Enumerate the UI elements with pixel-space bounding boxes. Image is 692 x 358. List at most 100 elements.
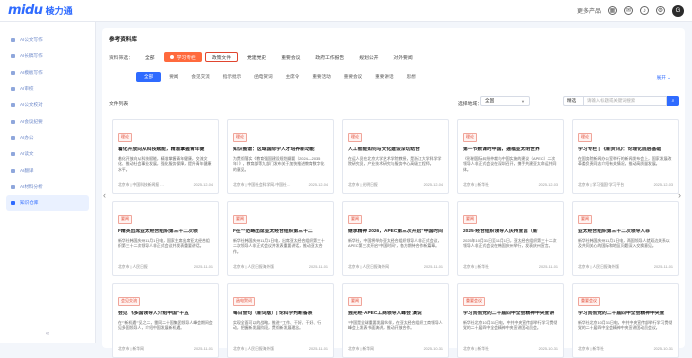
card-badge: 要闻 <box>118 214 132 224</box>
category-instructions[interactable]: 指示批示 <box>218 72 246 82</box>
translate-icon <box>11 168 15 173</box>
category-all[interactable]: 全部 <box>136 72 162 82</box>
card-title: 会见 飞多国领导人介绍中国“十五 <box>118 311 189 316</box>
document-card[interactable]: 要闻 继承精神 2026，APEC第三次开启“中国时间” 新华社，中国将举办亚太经合… <box>342 201 449 276</box>
search-type-value: 精选 <box>567 98 577 103</box>
document-card[interactable]: 要闻 F在“”范畴出席亚太经合组织第三十二 新华社韩国庆州11月1日电，出席亚太经合… <box>227 201 334 276</box>
card-title: 第一节数课时中国，通福亚太明世界 <box>463 147 540 152</box>
expand-toggle[interactable]: 展开 ⌄ <box>657 75 671 81</box>
card-badge: 要闻 <box>463 214 477 224</box>
sidebar-item-translate[interactable]: AI翻译 <box>0 162 95 178</box>
office-icon <box>11 135 15 140</box>
template-icon <box>11 70 15 75</box>
brand-logo[interactable]: midu <box>8 3 43 18</box>
avatar[interactable]: G <box>672 4 684 17</box>
sidebar-item-meeting-minutes[interactable]: AI会议纪要 <box>0 113 95 129</box>
card-source: 北京市 | 新华网 <box>118 347 144 351</box>
card-summary: 《形制国际纠纷仲裁与中国实施的建议（APEC）二次领导人非正式会议在深圳召开，携… <box>463 156 557 172</box>
document-card[interactable]: 理论 人工智能如何与文化建设深切结合 在运人员在北京大学艺术学院教授，是浙江大学科学… <box>342 119 449 194</box>
card-badge: 函电贺词 <box>233 296 255 306</box>
filter-gov-report[interactable]: 政府工作报告 <box>309 52 350 62</box>
document-card[interactable]: 理论 着化开放向从科技赋能，精准掌握青年健 着化开放向从科技赋能，精准掌握青年健康，… <box>112 119 219 194</box>
card-badge: 会见交流 <box>118 296 140 306</box>
card-badge: 理论 <box>348 132 362 142</box>
sidebar-item-knowledge-base[interactable]: 知识仓库 <box>6 194 89 212</box>
sidebar-item-proofread[interactable]: AI公文校对 <box>0 97 95 113</box>
document-card[interactable]: 理论 第一节数课时中国，通福亚太明世界 《形制国际纠纷仲裁与中国实施的建议（APEC… <box>457 119 564 194</box>
sidebar-item-analysis[interactable]: AI材料分析 <box>0 179 95 195</box>
sidebar-item-ai-writing[interactable]: AI公文写作 <box>0 32 95 48</box>
filter-foreign-news[interactable]: 对外要闻 <box>387 52 418 62</box>
sidebar-item-template-writing[interactable]: AI模板写作 <box>0 65 95 81</box>
filter-all[interactable]: 全部 <box>139 52 161 62</box>
collapse-sidebar-icon[interactable]: « <box>0 331 95 337</box>
category-activities[interactable]: 重要活动 <box>307 72 335 82</box>
message-icon[interactable]: ✉ <box>624 6 633 15</box>
review-icon <box>11 87 15 92</box>
sidebar-item-label: AI读文 <box>20 151 34 157</box>
document-card[interactable]: 会见交流 会见 飞多国领导人介绍中国“十五 在“”新机遇“”见之二，雷同二十国集团领… <box>112 283 219 358</box>
sidebar-item-review[interactable]: AI审校 <box>0 81 95 97</box>
category-letters[interactable]: 函电贺词 <box>249 72 277 82</box>
card-source: 北京市 | 新华社 <box>463 265 489 269</box>
card-source: 北京市 | 人民日报海外版 <box>233 265 275 269</box>
sidebar-item-office[interactable]: AI办公 <box>0 130 95 146</box>
card-title: 亚太经合组织第三十二次领导人非 <box>578 229 650 234</box>
card-date: 2025-12-03 <box>538 183 558 187</box>
card-badge: 要闻 <box>348 296 362 306</box>
card-date: 2025-12-04 <box>423 183 443 187</box>
sidebar-item-label: 知识仓库 <box>20 200 39 206</box>
category-decrees[interactable]: 主席令 <box>281 72 305 82</box>
card-title: 继承精神 2026，APEC第三次开启“中国时间” <box>348 229 443 234</box>
document-card[interactable]: 理论 知识图谱：区域国际学人才培养新动能 为贯彻落实《教育强国建设规划纲要（2024… <box>227 119 334 194</box>
card-date: 2025-11-01 <box>193 265 213 269</box>
card-title: 知识图谱：区域国际学人才培养新动能 <box>233 147 315 152</box>
sidebar-item-reading[interactable]: AI读文 <box>0 146 95 162</box>
filter-policy-docs[interactable]: 政策文件 <box>204 52 239 62</box>
category-news[interactable]: 要闻 <box>164 72 183 82</box>
sidebar-item-label: AI公文校对 <box>20 102 43 108</box>
sidebar: AI公文写作 AI长稿写作 AI模板写作 AI审校 AI公文校对 AI会议纪要 … <box>0 22 96 343</box>
document-card[interactable]: 函电贺词 每日金句（新词版）| 论科学判断备表 实现全面可以的战略，推进“”工作、干… <box>227 283 334 358</box>
category-thought[interactable]: 思想 <box>402 72 421 82</box>
card-date: 2025-11-01 <box>308 265 328 269</box>
card-summary: 在国务院新闻办公室举行的新闻发布会上，国家发展改革委负责同志介绍有关情况，推动高… <box>578 156 672 167</box>
category-speeches[interactable]: 重要讲话 <box>370 72 398 82</box>
analysis-icon <box>11 184 15 189</box>
proofread-icon <box>11 103 15 108</box>
region-select[interactable]: 全国 ▼ <box>480 96 530 106</box>
settings-icon[interactable]: ⚙ <box>656 6 665 15</box>
document-card[interactable]: 要闻 2025·经合组织领导人庆州宣言（新 2025年10月31日至11月1日，亚太… <box>457 201 564 276</box>
sidebar-item-label: AI翻译 <box>20 167 34 173</box>
filter-party-history[interactable]: 党建党史 <box>241 52 272 62</box>
document-card[interactable]: 重要会议 学习贯彻党的二十届四中全会精神中央宣讲 新华社北京10月31日电，中共中央… <box>457 283 564 358</box>
filter-planning[interactable]: 规划公开 <box>353 52 384 62</box>
document-card[interactable]: 理论 学习专栏 | 《新资讯》：论理化底层基础 在国务院新闻办公室举行的新闻发布会上… <box>572 119 679 194</box>
filter-important-meetings[interactable]: 重要会议 <box>275 52 306 62</box>
document-card[interactable]: 重要会议 学习贯彻党的二十届四中全会精神中央宣 新华社北京10月31日电，中共中央宣… <box>572 283 679 358</box>
category-meetings-exchange[interactable]: 会见交流 <box>186 72 214 82</box>
card-date: 2025-10-31 <box>538 347 558 351</box>
meeting-icon <box>11 119 15 124</box>
category-row: 全部 要闻 会见交流 指示批示 函电贺词 主席令 重要活动 重要会议 重要讲话 … <box>136 72 424 82</box>
search-button[interactable]: ⌕ <box>667 96 679 106</box>
page-title: 参考资料库 <box>109 37 137 43</box>
chevron-down-icon: ▼ <box>521 98 525 104</box>
card-summary: 新华社，中国将举办亚太经合组织领导人非正式会议，APEC第三次开启“中国时间”，… <box>348 238 442 249</box>
document-card[interactable]: 要闻 F精英出席亚太经合组织第三十二次领 新华社韩国庆州11月1日电，国家主席出席亚… <box>112 201 219 276</box>
document-card[interactable]: 要闻 亚太经合组织第三十二次领导人非 新华社韩国庆州11月1日电，两国领导人就双边关… <box>572 201 679 276</box>
card-badge: 重要会议 <box>463 296 485 306</box>
bell-icon[interactable]: ♪ <box>640 6 649 15</box>
card-source: 北京市 | 中国科技新闻报 … <box>118 183 164 187</box>
document-card[interactable]: 要闻 独光经·APEC工商领导人峰会 演说 “中国是全球重要发展伙伴，在亚太经合组织… <box>342 283 449 358</box>
search-input[interactable]: 请输入标题或关键词搜索 <box>583 96 667 106</box>
read-icon <box>11 152 15 157</box>
category-conferences[interactable]: 重要会议 <box>339 72 367 82</box>
filter-study-column[interactable]: 学习专栏 <box>163 52 202 62</box>
more-products-link[interactable]: 更多产品 <box>577 6 601 15</box>
grid-icon[interactable]: ▦ <box>608 6 617 15</box>
search-type-select[interactable]: 精选 <box>563 96 583 106</box>
sidebar-item-long-writing[interactable]: AI长稿写作 <box>0 48 95 64</box>
prev-arrow-icon[interactable]: ‹ <box>103 190 106 200</box>
card-badge: 要闻 <box>578 214 592 224</box>
